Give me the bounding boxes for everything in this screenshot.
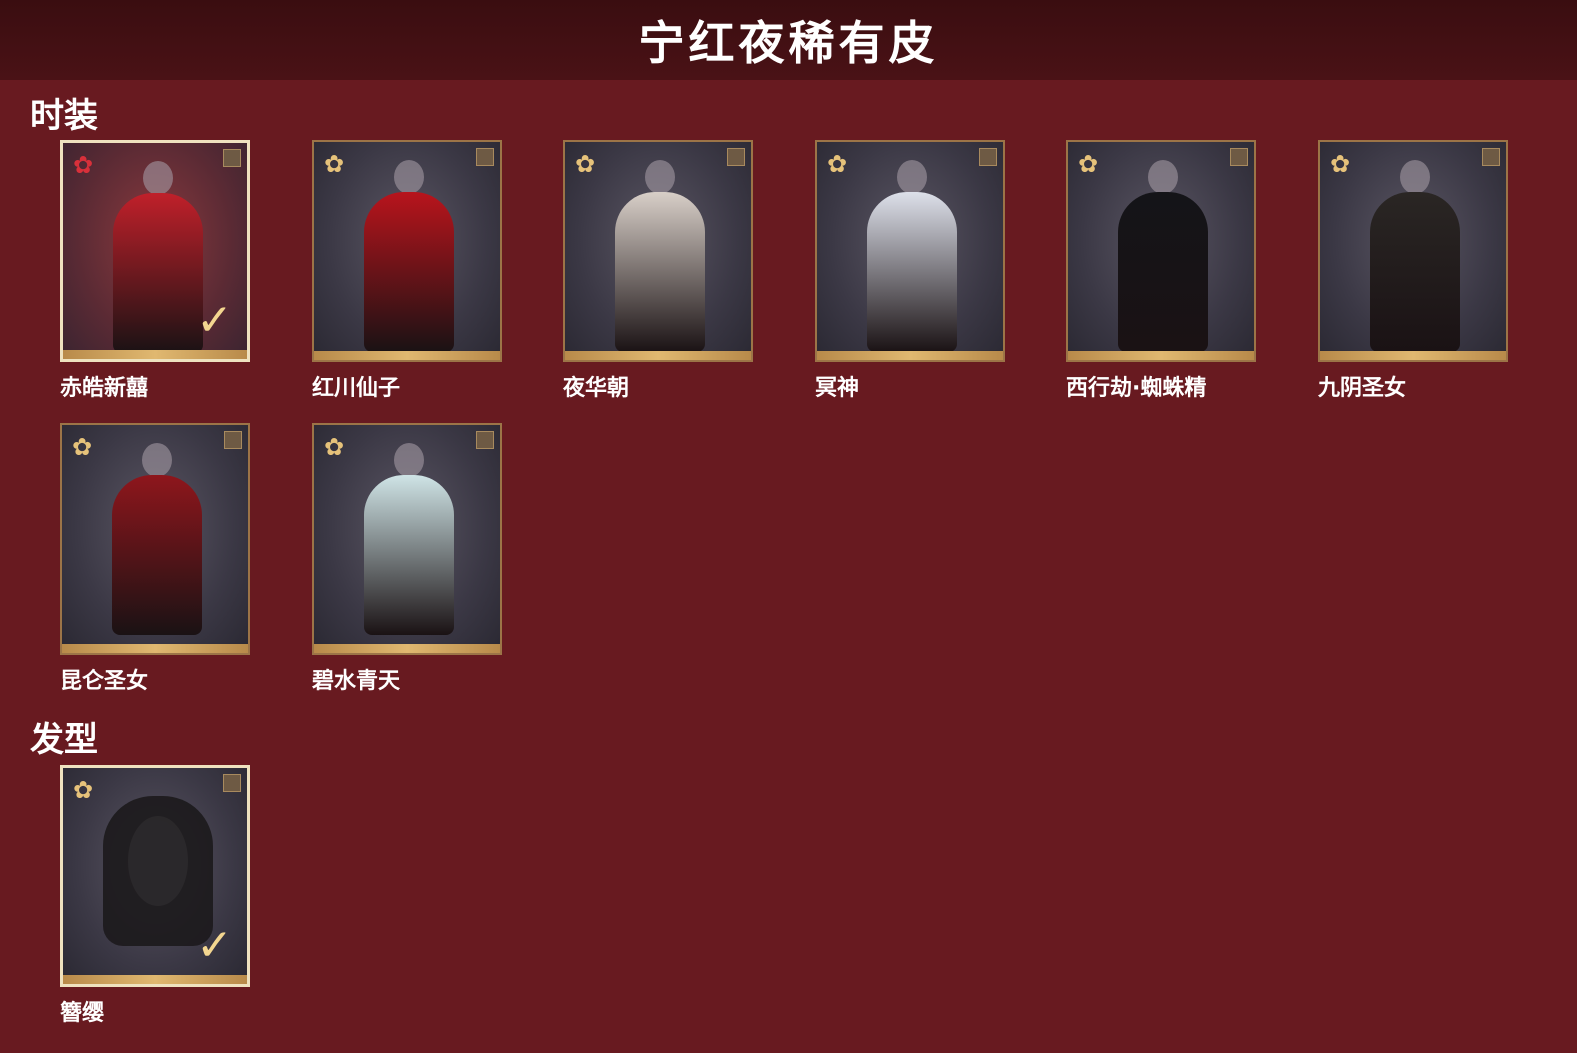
outfit-thumbnail[interactable]: ✿ <box>1318 140 1508 362</box>
corner-flag-icon <box>1482 148 1500 166</box>
corner-flag-icon <box>224 431 242 449</box>
gold-flower-icon: ✿ <box>72 433 93 461</box>
outfit-thumbnail[interactable]: ✿ ✓ <box>60 140 250 362</box>
outfit-card[interactable]: ✿ 西行劫·蜘蛛精 <box>1066 140 1256 402</box>
outfit-name: 西行劫·蜘蛛精 <box>1066 376 1207 401</box>
rarity-bar <box>62 644 248 653</box>
hairstyle-card[interactable]: ✿ ✓ 簪缨 <box>60 765 250 1027</box>
corner-flag-icon <box>979 148 997 166</box>
outfit-thumbnail[interactable]: ✿ <box>563 140 753 362</box>
rarity-bar <box>63 975 247 984</box>
outfit-card[interactable]: ✿ ✓ 赤皓新囍 <box>60 140 250 402</box>
outfit-torso <box>867 192 957 352</box>
outfit-torso <box>615 192 705 352</box>
hairstyle-name: 簪缨 <box>60 1001 105 1026</box>
outfit-torso <box>364 192 454 352</box>
section-title-outfits: 时装 <box>30 96 98 136</box>
corner-flag-icon <box>223 149 241 167</box>
rarity-bar <box>565 351 751 360</box>
rarity-bar <box>1068 351 1254 360</box>
outfit-torso <box>1370 192 1460 352</box>
outfit-figure <box>354 160 464 352</box>
outfit-name: 昆仑圣女 <box>60 669 149 694</box>
corner-flag-icon <box>476 148 494 166</box>
outfit-card[interactable]: ✿ 碧水青天 <box>312 423 502 695</box>
rarity-bar <box>314 351 500 360</box>
outfit-name: 赤皓新囍 <box>60 376 149 401</box>
outfit-card[interactable]: ✿ 九阴圣女 <box>1318 140 1508 402</box>
outfit-card[interactable]: ✿ 昆仑圣女 <box>60 423 250 695</box>
outfit-card[interactable]: ✿ 冥神 <box>815 140 1005 402</box>
outfit-thumbnail[interactable]: ✿ <box>312 423 502 655</box>
page-title: 宁红夜稀有皮 <box>638 16 939 70</box>
outfit-figure <box>354 443 464 635</box>
gold-flower-icon: ✿ <box>575 150 596 178</box>
rarity-bar <box>1320 351 1506 360</box>
gold-flower-icon: ✿ <box>324 150 345 178</box>
rarity-bar <box>63 350 247 359</box>
outfit-figure <box>102 443 212 635</box>
outfit-thumbnail[interactable]: ✿ <box>312 140 502 362</box>
outfit-name: 红川仙子 <box>312 376 401 401</box>
outfit-torso <box>364 475 454 635</box>
page-header: 宁红夜稀有皮 <box>0 0 1577 80</box>
corner-flag-icon <box>476 431 494 449</box>
corner-flag-icon <box>727 148 745 166</box>
gold-flower-icon: ✿ <box>827 150 848 178</box>
outfit-card[interactable]: ✿ 夜华朝 <box>563 140 753 402</box>
gold-flower-icon: ✿ <box>1078 150 1099 178</box>
outfit-torso <box>112 475 202 635</box>
rarity-bar <box>817 351 1003 360</box>
outfit-card[interactable]: ✿ 红川仙子 <box>312 140 502 402</box>
outfit-thumbnail[interactable]: ✿ <box>815 140 1005 362</box>
outfit-figure <box>1360 160 1470 352</box>
section-title-hairstyles: 发型 <box>30 720 98 760</box>
corner-flag-icon <box>223 774 241 792</box>
gold-flower-icon: ✿ <box>324 433 345 461</box>
gold-flower-icon: ✿ <box>1330 150 1351 178</box>
red-flower-icon: ✿ <box>73 151 94 179</box>
outfit-name: 碧水青天 <box>312 669 401 694</box>
outfit-thumbnail[interactable]: ✿ <box>1066 140 1256 362</box>
check-icon: ✓ <box>196 920 233 971</box>
outfit-name: 九阴圣女 <box>1318 376 1407 401</box>
outfit-name: 冥神 <box>815 376 860 401</box>
rarity-bar <box>314 644 500 653</box>
outfit-torso <box>1118 192 1208 352</box>
check-icon: ✓ <box>196 295 233 346</box>
hairstyle-thumbnail[interactable]: ✿ ✓ <box>60 765 250 987</box>
gold-flower-icon: ✿ <box>73 776 94 804</box>
outfit-figure <box>605 160 715 352</box>
outfit-figure <box>857 160 967 352</box>
outfit-torso <box>113 193 203 353</box>
outfit-name: 夜华朝 <box>563 376 630 401</box>
outfit-thumbnail[interactable]: ✿ <box>60 423 250 655</box>
corner-flag-icon <box>1230 148 1248 166</box>
outfit-figure <box>1108 160 1218 352</box>
